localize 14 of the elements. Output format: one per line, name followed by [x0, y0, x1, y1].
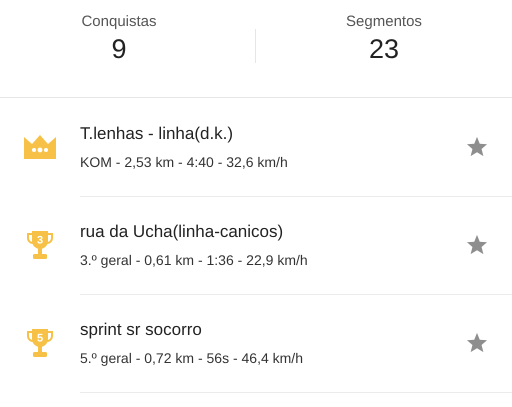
star-icon[interactable]: [466, 234, 488, 255]
star-icon[interactable]: [466, 136, 488, 157]
stat-value: 9: [111, 34, 127, 65]
stat-label: Segmentos: [346, 13, 422, 30]
crown-icon: [22, 133, 58, 161]
stat-label: Conquistas: [81, 13, 157, 30]
segment-title: rua da Ucha(linha-canicos): [80, 222, 284, 242]
segment-title: sprint sr socorro: [80, 320, 203, 340]
segment-details: 5.º geral - 0,72 km - 56s - 46,4 km/h: [80, 350, 304, 366]
stat-value: 23: [368, 34, 400, 65]
star-icon[interactable]: [466, 332, 488, 353]
segment-details: KOM - 2,53 km - 4:40 - 32,6 km/h: [80, 154, 289, 170]
segment-title: T.lenhas - linha(d.k.): [80, 124, 234, 144]
segment-details: 3.º geral - 0,61 km - 1:36 - 22,9 km/h: [80, 252, 309, 268]
